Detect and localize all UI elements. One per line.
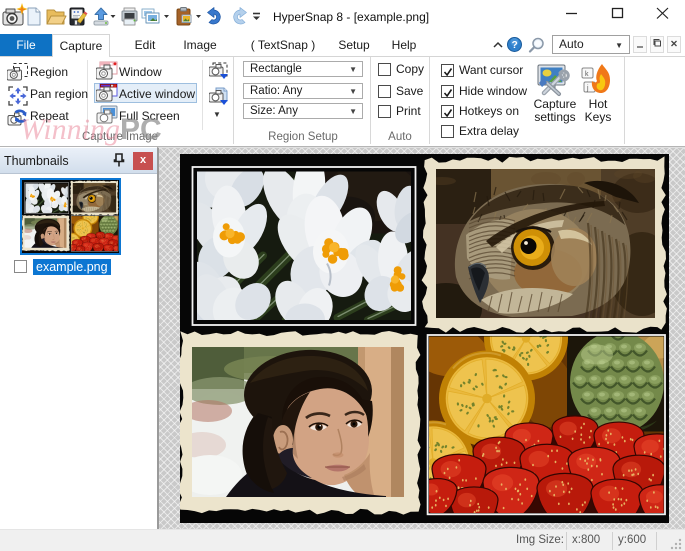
svg-text:j: j [586,85,589,92]
svg-text:?: ? [512,40,518,51]
svg-text:k: k [585,71,589,78]
